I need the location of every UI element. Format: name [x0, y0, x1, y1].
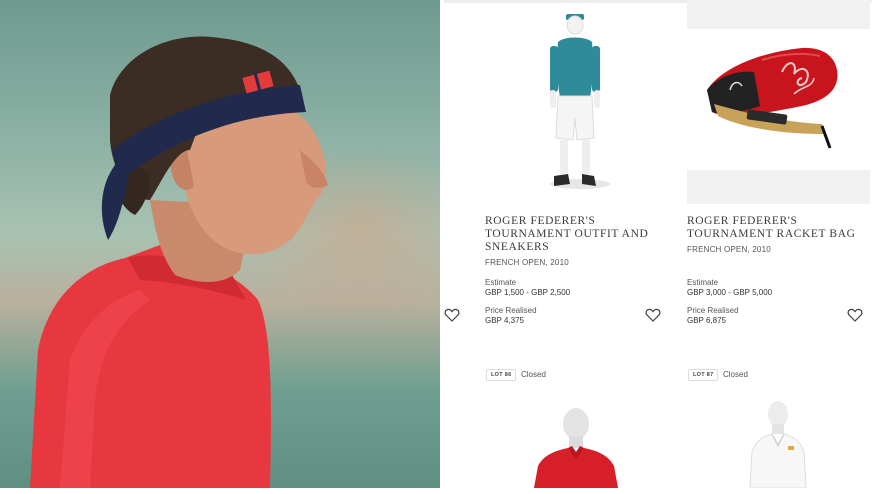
realised-label: Price Realised [687, 306, 739, 315]
bottom-edge [0, 488, 880, 494]
lot-title[interactable]: ROGER FEDERER'S TOURNAMENT OUTFIT AND SN… [485, 215, 665, 254]
player-photo [0, 0, 440, 488]
heart-outline-icon[interactable] [645, 307, 661, 323]
lot-status: Closed [521, 370, 546, 379]
heart-outline-icon[interactable] [444, 307, 460, 323]
estimate-label: Estimate [485, 278, 517, 287]
heart-outline-icon[interactable] [847, 307, 863, 323]
lot-status: Closed [723, 370, 748, 379]
red-polo-image[interactable] [530, 408, 622, 488]
realised-value: GBP 6,875 [687, 316, 726, 325]
tennis-outfit-mannequin [550, 14, 610, 189]
bag-image[interactable] [702, 42, 842, 160]
white-polo-image[interactable] [732, 400, 824, 489]
lot-event: FRENCH OPEN, 2010 [687, 245, 771, 254]
player-illustration [30, 36, 328, 488]
lot-event: FRENCH OPEN, 2010 [485, 258, 569, 267]
auction-catalog: ROGER FEDERER'S TOURNAMENT OUTFIT AND SN… [440, 0, 880, 494]
red-racket-bag [707, 47, 838, 149]
lot-title[interactable]: ROGER FEDERER'S TOURNAMENT RACKET BAG [687, 215, 867, 241]
bag-image-top-band [687, 0, 870, 29]
realised-value: GBP 4,375 [485, 316, 524, 325]
realised-label: Price Realised [485, 306, 537, 315]
estimate-label: Estimate [687, 278, 719, 287]
estimate-value: GBP 3,000 - GBP 5,000 [687, 288, 773, 297]
white-polo-mannequin [749, 401, 807, 489]
estimate-value: GBP 1,500 - GBP 2,500 [485, 288, 571, 297]
bag-image-bottom-band [687, 170, 870, 204]
outfit-image[interactable] [536, 8, 616, 194]
lot-number-badge: LOT 87 [688, 369, 719, 381]
lot-number-badge: LOT 86 [486, 369, 517, 381]
red-polo-mannequin [534, 408, 618, 488]
